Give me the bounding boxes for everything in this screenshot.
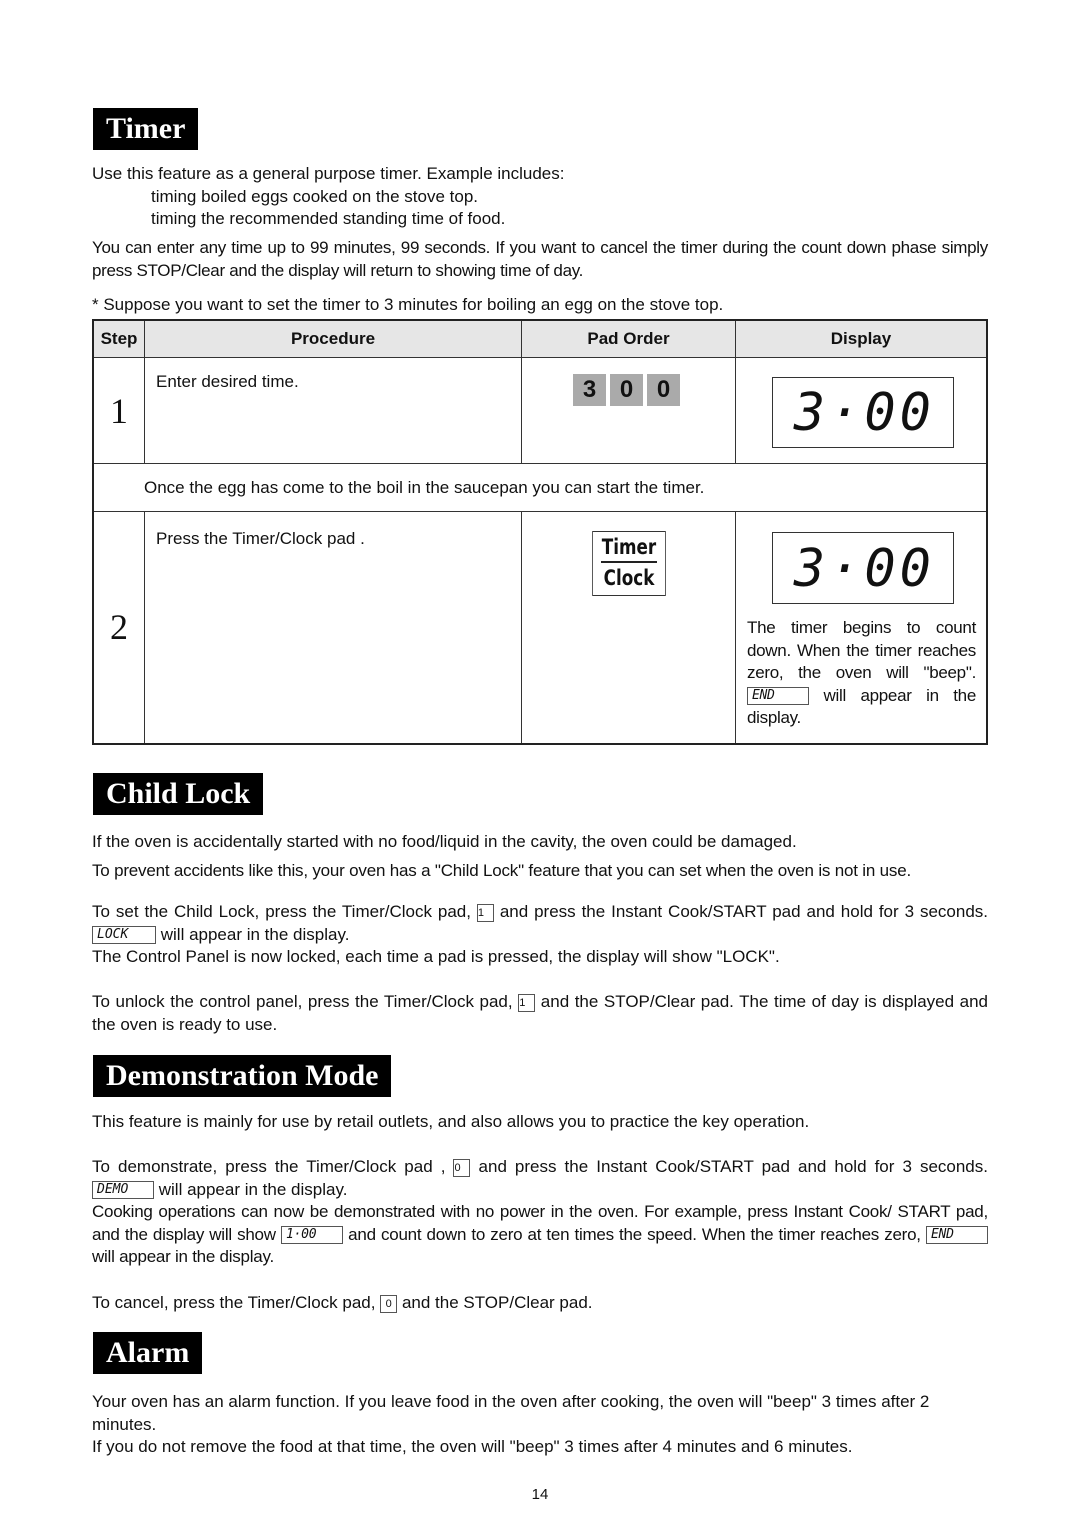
demo-p2: To demonstrate, press the Timer/Clock pa… xyxy=(92,1156,988,1201)
one-minute-display-icon: 1·00 xyxy=(280,1226,343,1245)
text: and count down to zero at ten times the … xyxy=(348,1224,921,1244)
demo-p3: Cooking operations can now be demonstrat… xyxy=(92,1201,988,1269)
timer-clock-pad: Timer Clock xyxy=(592,531,666,596)
text: To cancel, press the Timer/Clock pad, xyxy=(92,1293,376,1312)
procedure-cell: Enter desired time. xyxy=(144,357,522,464)
child-lock-heading: Child Lock xyxy=(93,773,264,815)
table-header-row: Step Procedure Pad Order Display xyxy=(92,319,988,358)
alarm-p1: Your oven has an alarm function. If you … xyxy=(92,1392,930,1434)
demo-display-icon: DEMO xyxy=(92,1181,154,1200)
text: will appear in the display. xyxy=(92,1247,274,1267)
timer-heading: Timer xyxy=(93,108,199,150)
timer-steps-table: Step Procedure Pad Order Display 1 Enter… xyxy=(92,319,988,745)
header-step: Step xyxy=(92,319,145,358)
key-0-icon: 0 xyxy=(380,1294,398,1313)
step-number: 1 xyxy=(92,357,145,464)
table-row: 1 Enter desired time. 300 3·00 xyxy=(92,357,988,464)
pad-key-0: 0 xyxy=(610,374,643,406)
text: will appear in the display. xyxy=(158,1179,348,1199)
lock-display-icon: LOCK xyxy=(92,926,156,945)
child-lock-p2: To prevent accidents like this, your ove… xyxy=(92,861,911,880)
between-steps-note: Once the egg has come to the boil in the… xyxy=(92,463,988,512)
demo-heading: Demonstration Mode xyxy=(93,1055,392,1097)
desc-text: The timer begins to count down. When the… xyxy=(747,618,976,683)
pad-key-3: 3 xyxy=(573,374,606,406)
lcd-display: 3·00 xyxy=(772,532,954,604)
key-1-icon: 1 xyxy=(476,903,494,922)
child-lock-p5: To unlock the control panel, press the T… xyxy=(92,991,988,1036)
timer-note: * Suppose you want to set the timer to 3… xyxy=(92,295,724,314)
alarm-heading: Alarm xyxy=(93,1332,203,1374)
demo-p4: To cancel, press the Timer/Clock pad, 0 … xyxy=(92,1292,988,1315)
header-display: Display xyxy=(735,319,988,358)
pad-key-0: 0 xyxy=(647,374,680,406)
text: To set the Child Lock, press the Timer/C… xyxy=(92,902,471,921)
intro-text: Use this feature as a general purpose ti… xyxy=(92,164,565,183)
table-row: 2 Press the Timer/Clock pad . Timer Cloc… xyxy=(92,511,988,744)
display-cell: 3·00 The timer begins to count down. Whe… xyxy=(735,511,988,744)
text: To unlock the control panel, press the T… xyxy=(92,992,513,1011)
pad-order-cell: 300 xyxy=(521,357,736,464)
example-2: timing the recommended standing time of … xyxy=(151,209,506,229)
timer-intro: Use this feature as a general purpose ti… xyxy=(92,163,988,231)
child-lock-p3: To set the Child Lock, press the Timer/C… xyxy=(92,901,988,946)
end-display-icon: END xyxy=(925,1226,988,1245)
pad-top-label: Timer xyxy=(601,534,657,563)
child-lock-p4: The Control Panel is now locked, each ti… xyxy=(92,947,780,966)
table-row: Once the egg has come to the boil in the… xyxy=(92,463,988,512)
text: and the STOP/Clear pad. xyxy=(401,1293,593,1312)
timer-para2: You can enter any time up to 99 minutes,… xyxy=(92,238,988,280)
procedure-cell: Press the Timer/Clock pad . xyxy=(144,511,522,744)
demo-p1: This feature is mainly for use by retail… xyxy=(92,1112,810,1131)
key-0-icon: 0 xyxy=(453,1158,471,1177)
child-lock-p1: If the oven is accidentally started with… xyxy=(92,832,797,851)
alarm-p2: If you do not remove the food at that ti… xyxy=(92,1437,853,1456)
header-procedure: Procedure xyxy=(144,319,522,358)
text: and press the Instant Cook/START pad and… xyxy=(499,902,988,921)
lcd-display: 3·00 xyxy=(772,377,954,448)
page-number: 14 xyxy=(531,1486,549,1503)
example-1: timing boiled eggs cooked on the stove t… xyxy=(151,186,478,206)
end-display-icon: END xyxy=(747,687,809,706)
key-1-icon: 1 xyxy=(518,993,536,1012)
text: To demonstrate, press the Timer/Clock pa… xyxy=(92,1157,446,1176)
header-pad-order: Pad Order xyxy=(521,319,736,358)
text: will appear in the display. xyxy=(160,924,350,944)
pad-bottom-label: Clock xyxy=(603,566,655,590)
display-description: The timer begins to count down. When the… xyxy=(747,617,976,730)
step-number: 2 xyxy=(92,511,145,744)
pad-order-cell: Timer Clock xyxy=(521,511,736,744)
display-cell: 3·00 xyxy=(735,357,988,464)
text: and press the Instant Cook/START pad and… xyxy=(478,1157,988,1176)
